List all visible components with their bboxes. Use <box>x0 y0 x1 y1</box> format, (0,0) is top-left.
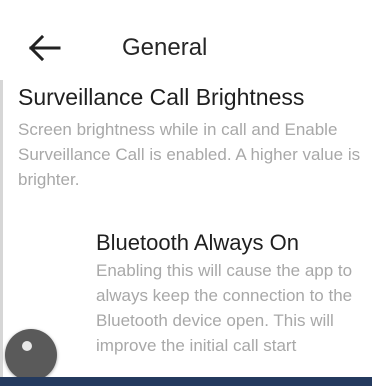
page-title: General <box>122 34 208 61</box>
app-bar: General <box>0 0 372 80</box>
toggle-switch-icon[interactable] <box>5 329 57 381</box>
bottom-navigation-bar <box>0 377 372 386</box>
brightness-setting-title: Surveillance Call Brightness <box>18 84 305 110</box>
bluetooth-setting-title: Bluetooth Always On <box>96 230 300 255</box>
back-button[interactable] <box>28 30 68 66</box>
bluetooth-setting-description: Enabling this will cause the app to alwa… <box>96 261 353 355</box>
arrow-left-icon <box>28 34 61 62</box>
brightness-setting-description: Screen brightness while in call and Enab… <box>18 120 361 189</box>
bluetooth-always-on-setting[interactable]: Bluetooth Always On Enabling this will c… <box>0 222 372 386</box>
settings-screen: General Surveillance Call Brightness Scr… <box>0 0 372 386</box>
